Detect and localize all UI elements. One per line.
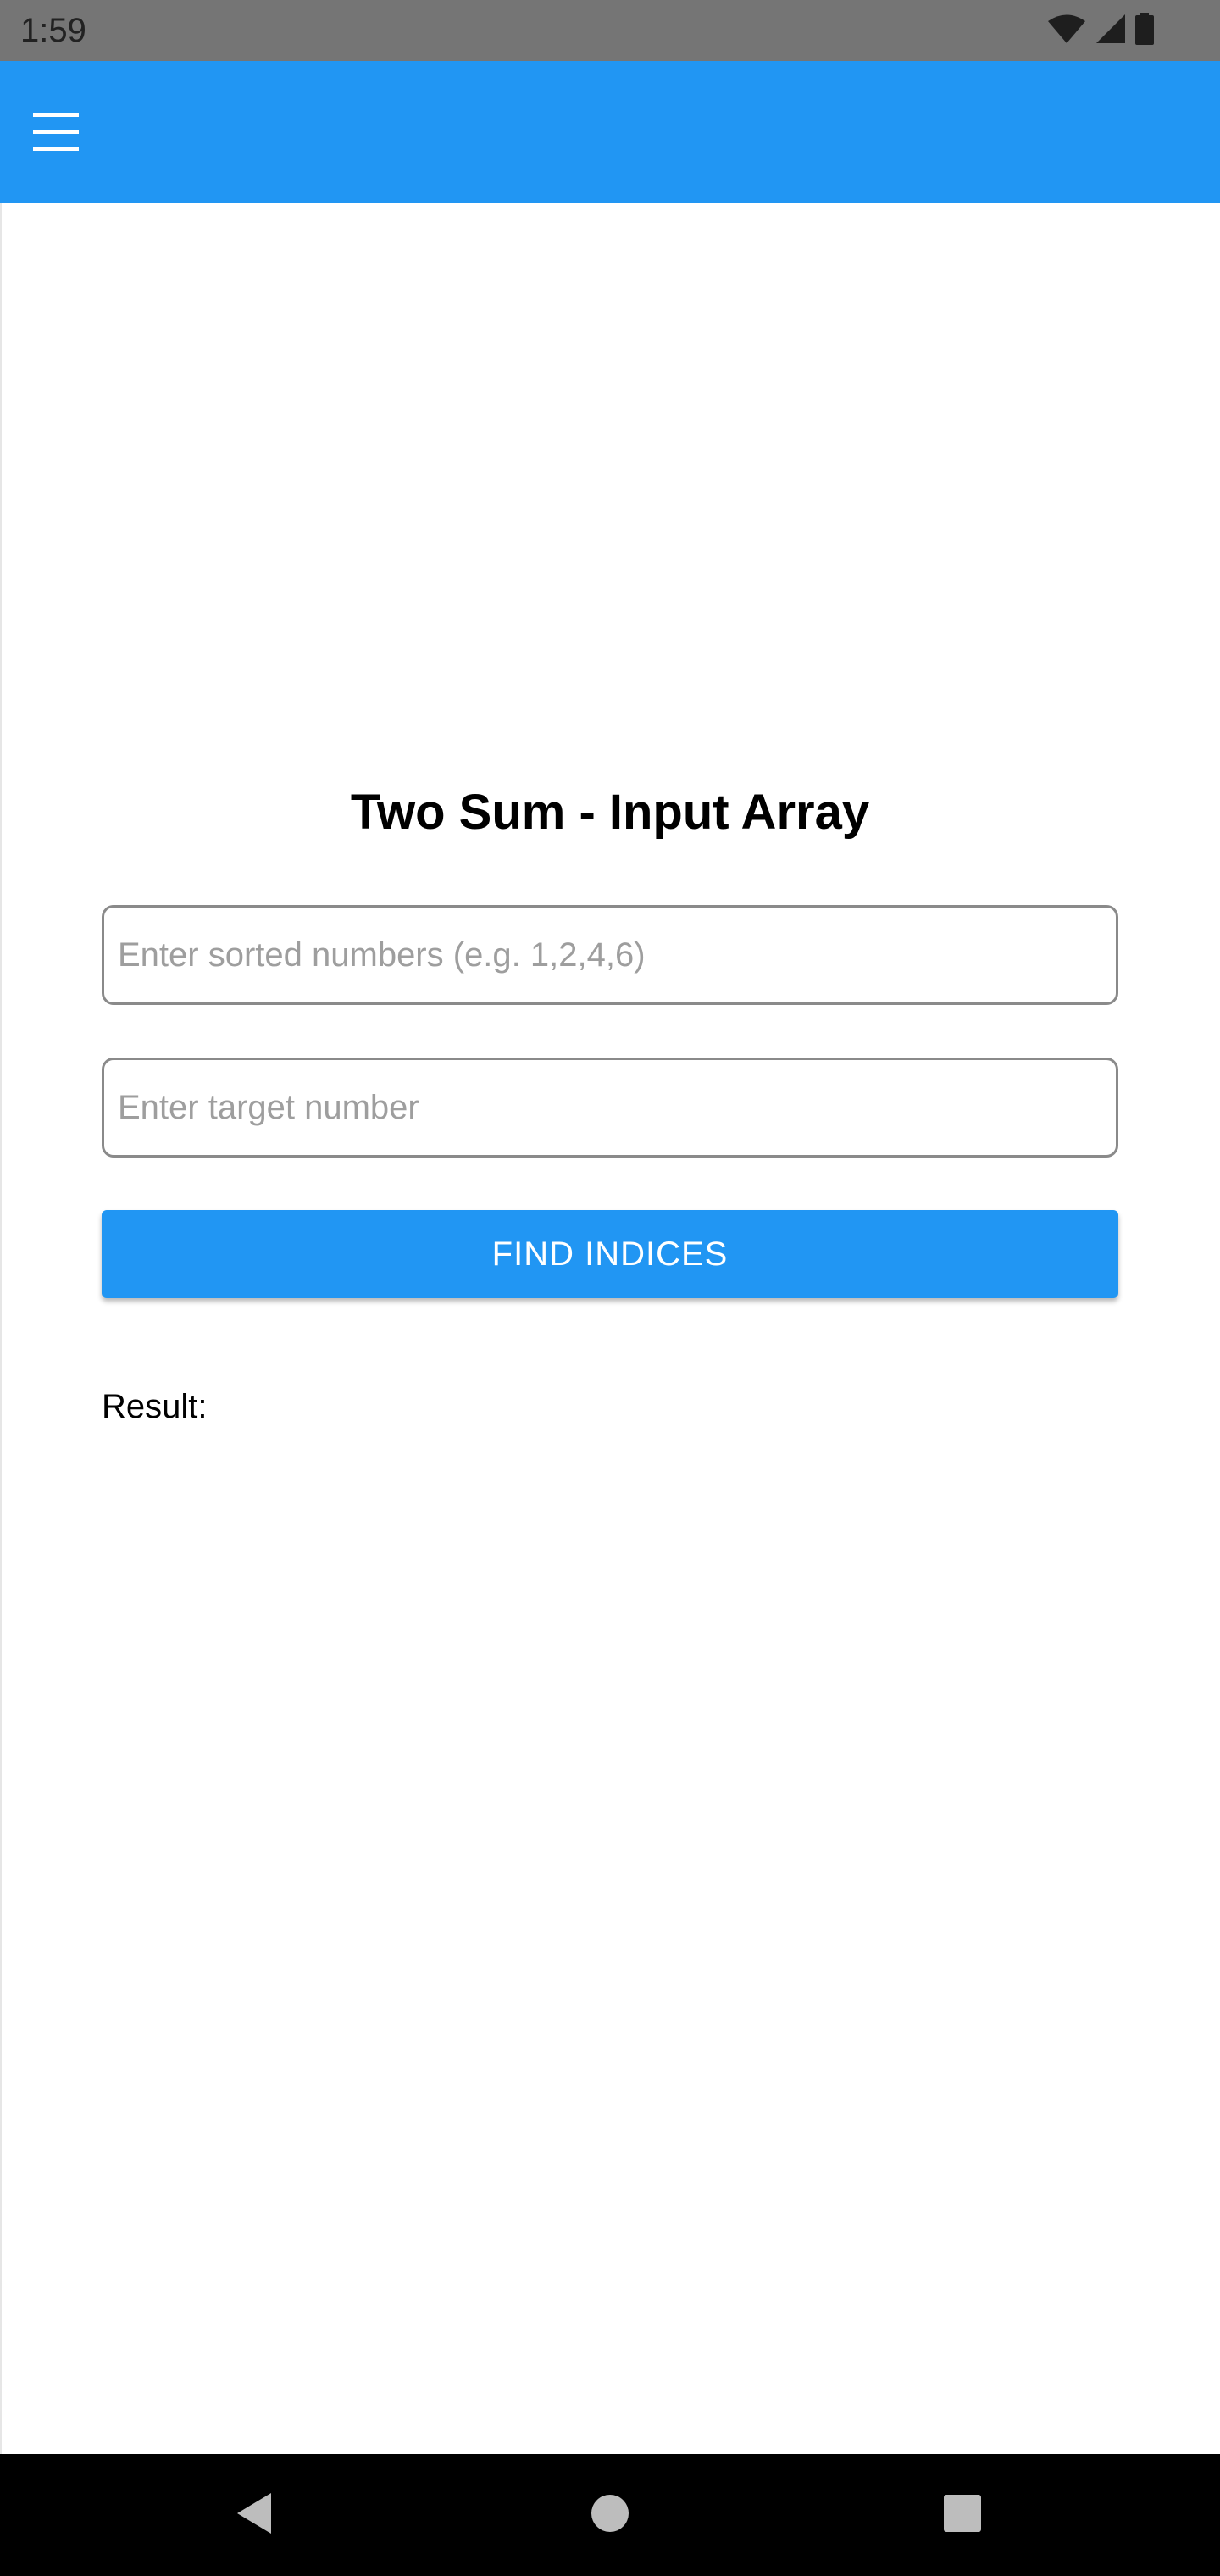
recents-icon xyxy=(943,2494,982,2537)
wifi-icon xyxy=(1047,14,1086,48)
home-icon xyxy=(590,2493,630,2538)
status-time: 1:59 xyxy=(20,12,86,49)
navigation-bar xyxy=(0,2454,1220,2576)
numbers-input[interactable] xyxy=(102,905,1118,1005)
back-icon xyxy=(234,2491,274,2540)
status-icons xyxy=(1047,12,1154,49)
home-button[interactable] xyxy=(576,2481,644,2549)
result-label: Result: xyxy=(102,1388,208,1425)
signal-icon xyxy=(1095,14,1127,48)
menu-button[interactable] xyxy=(25,103,86,164)
target-input[interactable] xyxy=(102,1058,1118,1158)
status-bar: 1:59 xyxy=(0,0,1220,61)
recents-button[interactable] xyxy=(929,2481,996,2549)
app-bar xyxy=(0,61,1220,203)
page-title: Two Sum - Input Array xyxy=(350,785,870,840)
menu-icon xyxy=(31,108,80,161)
main-content xyxy=(0,203,1220,2454)
battery-icon xyxy=(1135,12,1154,49)
find-indices-button[interactable]: FIND INDICES xyxy=(102,1210,1118,1298)
back-button[interactable] xyxy=(220,2481,288,2549)
